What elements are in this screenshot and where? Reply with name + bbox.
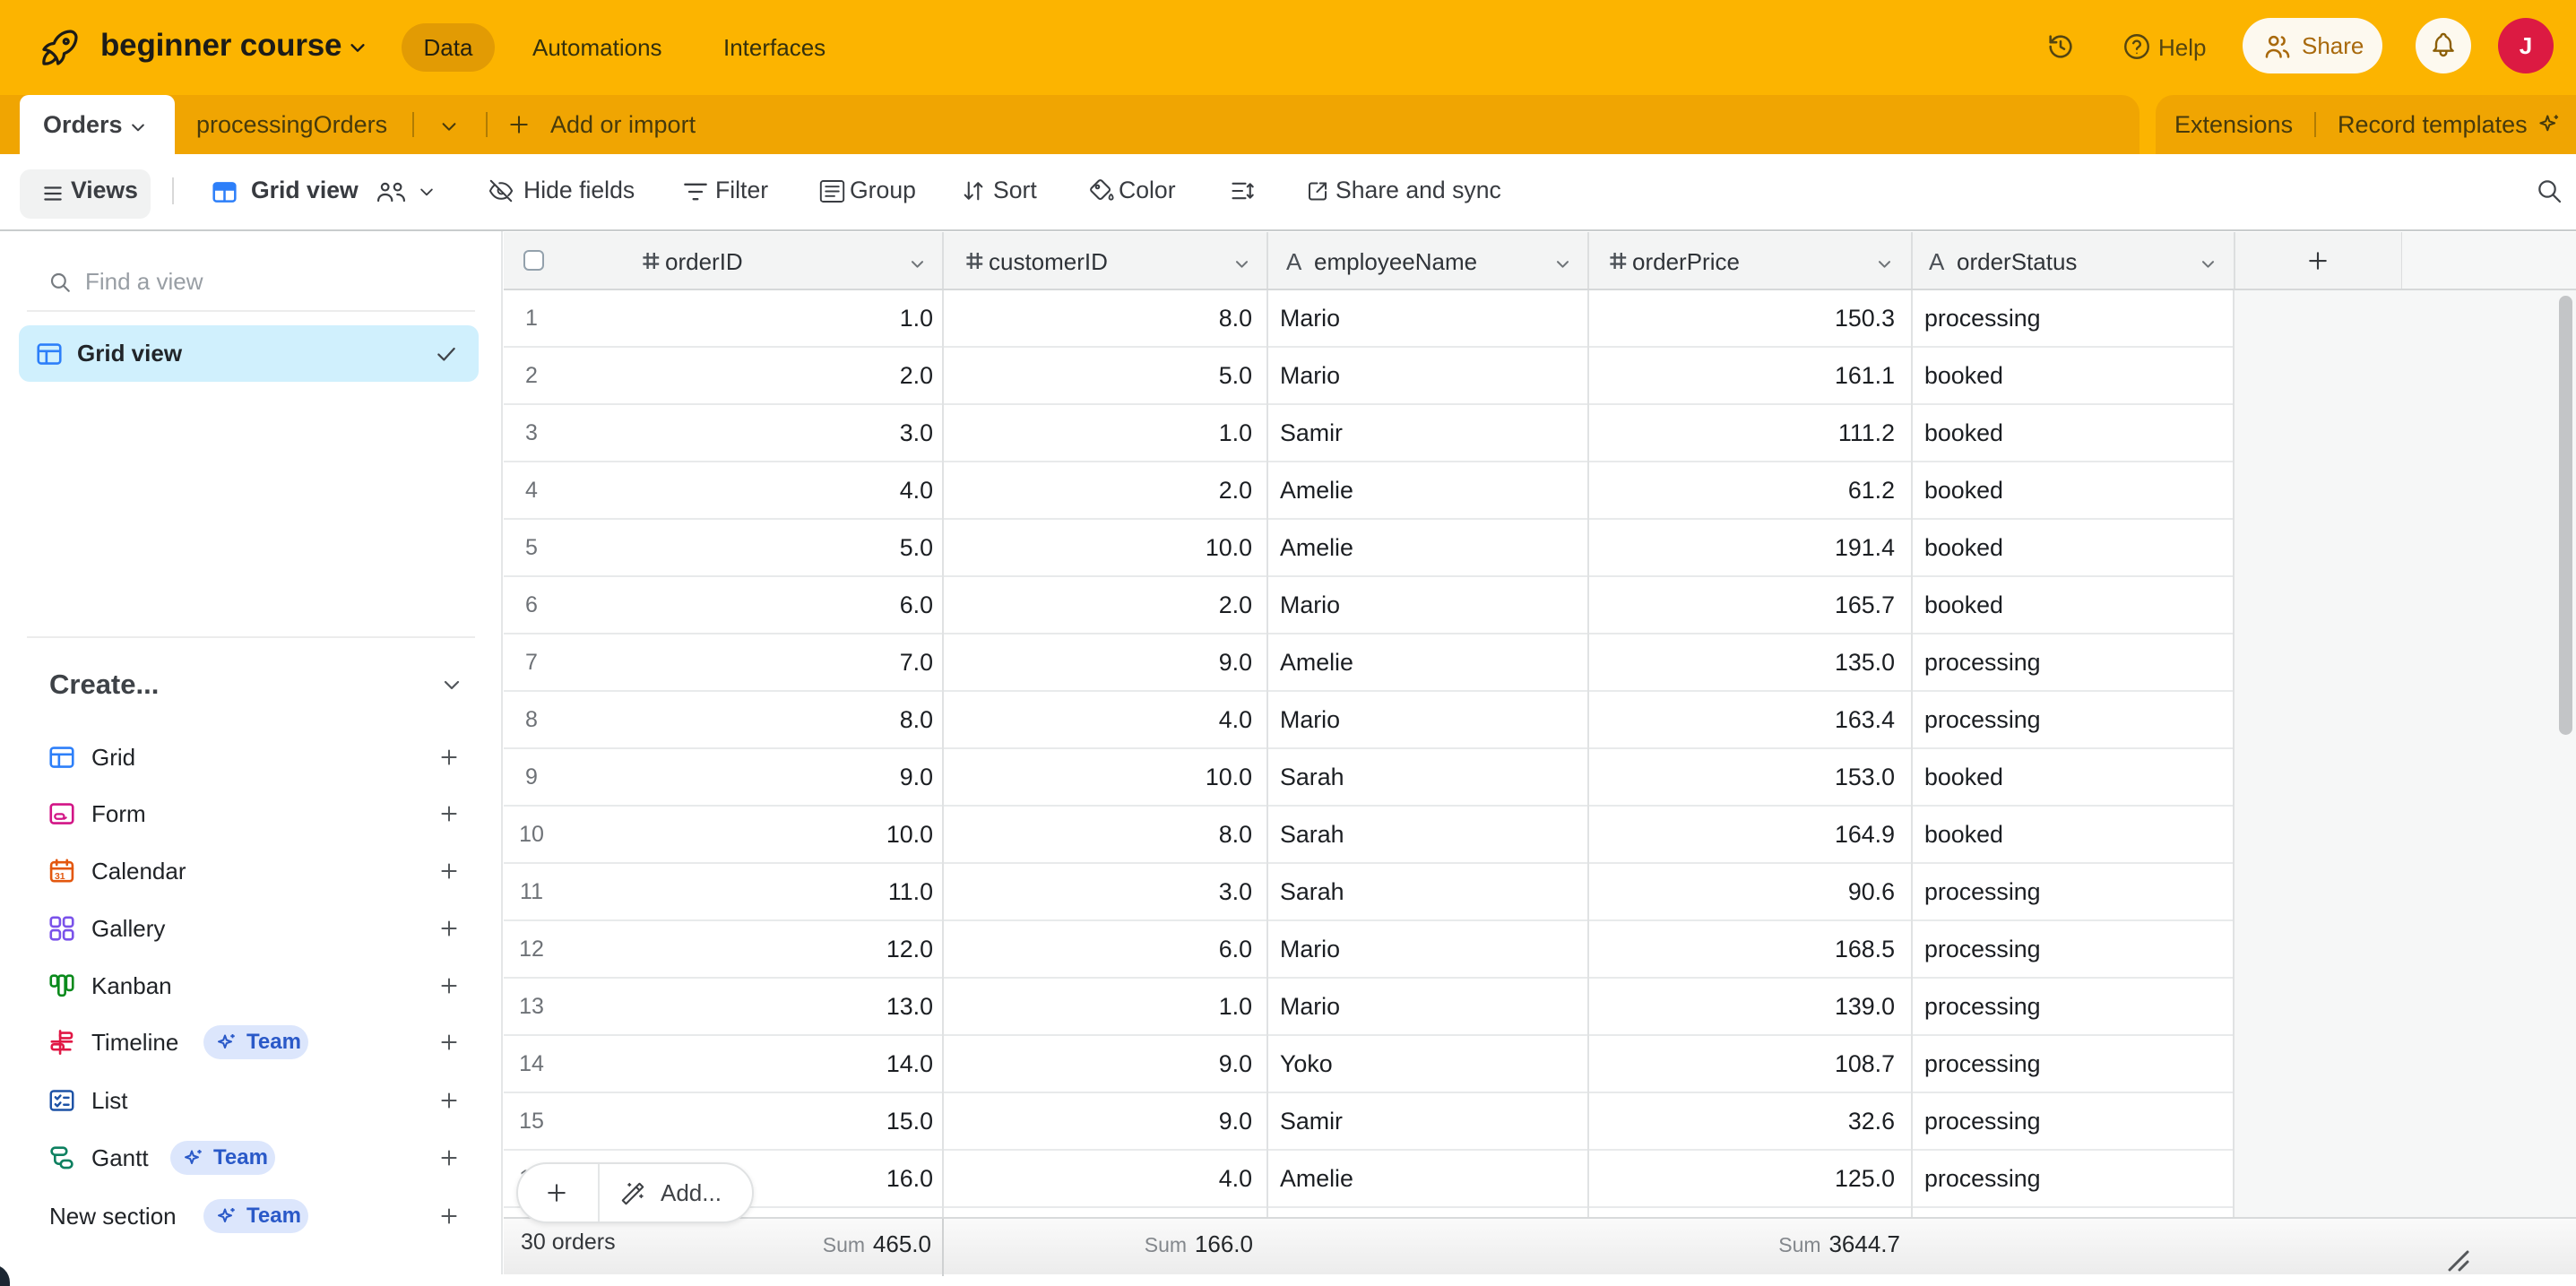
svg-text:31: 31	[55, 870, 65, 881]
